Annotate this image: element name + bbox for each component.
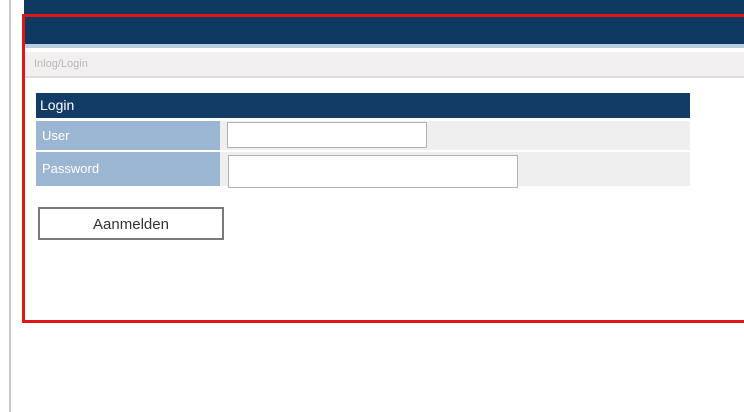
- password-label: Password: [36, 152, 220, 186]
- login-panel-header: Login: [36, 93, 690, 118]
- password-row: Password: [36, 152, 690, 188]
- user-input[interactable]: [227, 122, 427, 148]
- password-field-cell: [220, 152, 690, 188]
- user-field-cell: [220, 121, 690, 150]
- breadcrumb: Inlog/Login: [24, 52, 744, 78]
- top-header-underline: [24, 44, 744, 48]
- password-input[interactable]: [228, 155, 518, 188]
- user-label: User: [36, 121, 220, 150]
- left-border-line: [9, 0, 11, 412]
- login-page: Inlog/Login Login User Password Aanmelde…: [0, 0, 744, 412]
- top-header-bar: [24, 0, 744, 44]
- user-row: User: [36, 121, 690, 150]
- login-submit-button[interactable]: Aanmelden: [38, 207, 224, 240]
- login-panel: Login User Password: [36, 93, 690, 188]
